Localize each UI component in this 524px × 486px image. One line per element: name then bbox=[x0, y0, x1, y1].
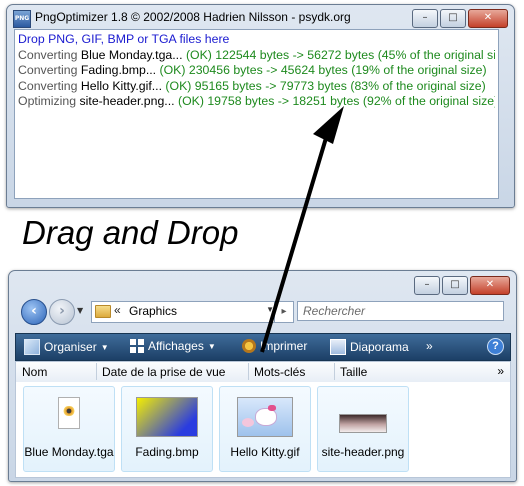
help-icon[interactable]: ? bbox=[487, 338, 504, 355]
close-button[interactable]: ✕ bbox=[470, 276, 510, 295]
toolbar-more-button[interactable]: » bbox=[426, 339, 433, 353]
png-thumbnail bbox=[339, 414, 387, 433]
window-title: PngOptimizer 1.8 © 2002/2008 Hadrien Nil… bbox=[35, 10, 351, 24]
address-row: ‹ › ▼ « Graphics ▼ ▸ Rechercher bbox=[15, 296, 510, 328]
log-stats: (OK) 122544 bytes -> 56272 bytes bbox=[185, 47, 375, 62]
drag-and-drop-caption: Drag and Drop bbox=[22, 214, 239, 251]
file-name: site-header.png bbox=[321, 445, 405, 459]
column-name[interactable]: Nom bbox=[22, 365, 47, 379]
log-line: Optimizing site-header.png... (OK) 19758… bbox=[18, 94, 495, 110]
title-bar[interactable]: PNG PngOptimizer 1.8 © 2002/2008 Hadrien… bbox=[7, 5, 514, 31]
log-verb: Converting bbox=[18, 47, 78, 62]
file-name: Hello Kitty.gif bbox=[230, 445, 300, 459]
slideshow-button[interactable]: Diaporama bbox=[330, 339, 409, 355]
log-file: site-header.png... bbox=[79, 94, 175, 109]
log-file: Blue Monday.tga... bbox=[80, 47, 183, 62]
log-file: Fading.bmp... bbox=[80, 63, 157, 78]
views-icon bbox=[130, 339, 144, 353]
log-ratio: (45% of the original size) bbox=[377, 47, 495, 62]
arrow-left-icon[interactable]: ‹ bbox=[21, 299, 47, 325]
column-date[interactable]: Date de la prise de vue bbox=[102, 365, 225, 379]
log-stats: (OK) 19758 bytes -> 18251 bytes bbox=[177, 94, 360, 109]
views-label: Affichages bbox=[148, 339, 204, 353]
file-item[interactable]: Hello Kitty.gif bbox=[219, 386, 311, 472]
explorer-window: – □ ✕ ‹ › ▼ « Graphics ▼ ▸ Rechercher Or… bbox=[8, 270, 517, 482]
views-button[interactable]: Affichages ▼ bbox=[130, 339, 216, 353]
print-button[interactable]: Imprimer bbox=[242, 339, 307, 353]
log-line: Converting Blue Monday.tga... (OK) 12254… bbox=[18, 48, 495, 64]
chevron-down-icon[interactable]: ▼ bbox=[266, 305, 274, 314]
print-label: Imprimer bbox=[260, 339, 308, 353]
log-file: Hello Kitty.gif... bbox=[80, 78, 162, 93]
file-list: Blue Monday.tga Fading.bmp Hello Kitty.g… bbox=[15, 382, 511, 478]
columns-more-button[interactable]: » bbox=[497, 364, 504, 378]
maximize-button[interactable]: □ bbox=[442, 276, 468, 295]
column-divider[interactable] bbox=[248, 363, 249, 380]
chevron-down-icon: ▼ bbox=[100, 342, 109, 352]
log-stats: (OK) 95165 bytes -> 79773 bytes bbox=[165, 78, 347, 93]
chevron-down-icon: ▼ bbox=[207, 341, 216, 351]
png-app-icon: PNG bbox=[13, 10, 31, 28]
log-stats: (OK) 230456 bytes -> 45624 bytes bbox=[159, 63, 348, 78]
slideshow-label: Diaporama bbox=[350, 340, 409, 354]
log-verb: Converting bbox=[18, 78, 78, 93]
bmp-thumbnail bbox=[136, 397, 198, 437]
pngoptimizer-window: PNG PngOptimizer 1.8 © 2002/2008 Hadrien… bbox=[6, 4, 515, 208]
log-ratio: (83% of the original size) bbox=[350, 78, 486, 93]
arrow-right-icon[interactable]: › bbox=[49, 299, 75, 325]
print-icon bbox=[242, 339, 256, 353]
column-divider[interactable] bbox=[96, 363, 97, 380]
refresh-icon[interactable]: ▸ bbox=[274, 301, 294, 323]
tga-file-icon bbox=[58, 397, 80, 429]
file-name: Blue Monday.tga bbox=[24, 445, 114, 459]
log-verb: Optimizing bbox=[18, 94, 77, 109]
column-size[interactable]: Taille bbox=[340, 365, 367, 379]
slideshow-icon bbox=[330, 339, 346, 355]
log-verb: Converting bbox=[18, 63, 78, 78]
gif-thumbnail bbox=[237, 397, 293, 437]
maximize-button[interactable]: □ bbox=[440, 9, 466, 28]
organize-button[interactable]: Organiser ▼ bbox=[24, 339, 109, 355]
close-button[interactable]: ✕ bbox=[468, 9, 508, 28]
organize-icon bbox=[24, 339, 40, 355]
file-item[interactable]: Blue Monday.tga bbox=[23, 386, 115, 472]
file-item[interactable]: Fading.bmp bbox=[121, 386, 213, 472]
command-bar: Organiser ▼ Affichages ▼ Imprimer Diapor… bbox=[15, 333, 511, 361]
minimize-button[interactable]: – bbox=[414, 276, 440, 295]
address-bar[interactable]: « Graphics ▼ bbox=[91, 301, 278, 323]
organize-label: Organiser bbox=[44, 340, 97, 354]
file-item[interactable]: site-header.png bbox=[317, 386, 409, 472]
log-line: Converting Fading.bmp... (OK) 230456 byt… bbox=[18, 63, 495, 79]
drop-hint: Drop PNG, GIF, BMP or TGA files here bbox=[18, 32, 230, 46]
file-name: Fading.bmp bbox=[135, 445, 199, 459]
breadcrumb-graphics[interactable]: Graphics bbox=[129, 304, 177, 318]
drop-log-area[interactable]: Drop PNG, GIF, BMP or TGA files here Con… bbox=[14, 29, 499, 199]
breadcrumb-overflow[interactable]: « bbox=[114, 303, 121, 317]
log-ratio: (19% of the original size) bbox=[351, 63, 487, 78]
log-ratio: (92% of the original size) bbox=[362, 94, 495, 109]
minimize-button[interactable]: – bbox=[412, 9, 438, 28]
column-header-row: Nom Date de la prise de vue Mots-clés Ta… bbox=[15, 361, 511, 383]
log-line: Converting Hello Kitty.gif... (OK) 95165… bbox=[18, 79, 495, 95]
folder-icon bbox=[95, 305, 111, 318]
search-input[interactable]: Rechercher bbox=[297, 301, 504, 321]
column-divider[interactable] bbox=[334, 363, 335, 380]
chevron-down-icon[interactable]: ▼ bbox=[77, 306, 83, 315]
column-tags[interactable]: Mots-clés bbox=[254, 365, 305, 379]
